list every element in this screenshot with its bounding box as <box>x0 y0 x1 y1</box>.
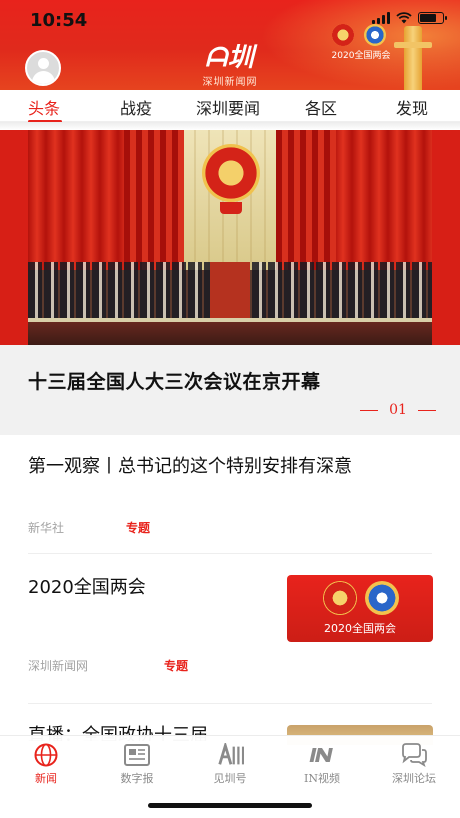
index-number: 01 <box>389 402 407 418</box>
article-tag: 专题 <box>164 659 189 673</box>
list-divider <box>28 553 432 554</box>
logo-sub-text: 深圳新闻网 <box>202 77 258 88</box>
hero-title[interactable]: 十三届全国人大三次会议在京开幕 <box>28 367 321 394</box>
index-line-right <box>418 410 436 411</box>
wifi-icon <box>396 12 412 24</box>
globe-icon <box>32 742 60 768</box>
index-line-left <box>360 410 378 411</box>
hero-prev-slide-edge <box>0 130 28 345</box>
battery-icon <box>418 12 447 24</box>
national-emblem-icon <box>332 24 354 46</box>
status-time: 10:54 <box>30 10 88 31</box>
in-video-icon <box>308 742 336 768</box>
cppcc-emblem-icon <box>364 24 386 46</box>
home-indicator[interactable] <box>148 803 312 808</box>
national-emblem-icon <box>323 581 357 615</box>
avatar-body-shape <box>32 71 55 84</box>
tabs-shadow <box>0 122 460 130</box>
badge-text: 2020全国两会 <box>331 51 391 61</box>
tab-districts[interactable]: 各区 <box>305 95 337 119</box>
nav-label: IN视频 <box>304 772 340 785</box>
nav-label: 深圳论坛 <box>392 772 436 785</box>
article-title[interactable]: 第一观察丨总书记的这个特别安排有深意 <box>28 452 432 478</box>
national-emblem-stage-icon <box>202 144 260 214</box>
front-desk-row <box>28 318 432 345</box>
nav-jianzhen[interactable]: 见圳号 <box>192 742 268 786</box>
app-header: 10:54 ᗩ圳 深圳新闻网 2020全国两会 <box>0 0 460 90</box>
jianzhen-logo-icon <box>216 742 244 768</box>
hero-slide-index: 01 <box>360 402 436 418</box>
tab-discover[interactable]: 发现 <box>396 95 428 119</box>
curtain-right-drape <box>276 130 336 270</box>
hero-image[interactable] <box>28 130 432 345</box>
nav-news[interactable]: 新闻 <box>8 742 84 786</box>
cellular-signal-icon <box>372 12 390 24</box>
tab-zhanyi[interactable]: 战疫 <box>120 95 152 119</box>
article-thumbnail[interactable]: 2020全国两会 <box>287 575 433 642</box>
category-tabs: 头条 战疫 深圳要闻 各区 发现 <box>0 90 460 122</box>
list-item[interactable]: 第一观察丨总书记的这个特别安排有深意 新华社 专题 <box>28 452 432 552</box>
article-tag: 专题 <box>126 521 151 535</box>
hero-carousel[interactable]: 十三届全国人大三次会议在京开幕 01 <box>0 130 460 435</box>
hero-next-slide-edge <box>432 130 460 345</box>
nav-digital-paper[interactable]: 数字报 <box>99 742 175 786</box>
article-source: 新华社 <box>28 521 65 535</box>
nav-label: 新闻 <box>35 772 57 785</box>
nav-label: 数字报 <box>120 772 154 785</box>
nav-forum[interactable]: 深圳论坛 <box>376 742 452 786</box>
tab-shenzhen-news[interactable]: 深圳要闻 <box>196 95 260 119</box>
app-logo: ᗩ圳 深圳新闻网 <box>190 44 270 88</box>
list-divider <box>28 703 432 704</box>
nav-label: 见圳号 <box>213 772 247 785</box>
thumbnail-text: 2020全国两会 <box>324 622 396 635</box>
logo-main-text: ᗩ圳 <box>205 43 255 73</box>
tab-toutiao[interactable]: 头条 <box>28 95 60 119</box>
cppcc-emblem-icon <box>365 581 399 615</box>
article-source: 深圳新闻网 <box>28 659 89 673</box>
curtain-left-drape <box>124 130 184 270</box>
nav-in-video[interactable]: IN视频 <box>284 742 360 786</box>
lianghui-badge[interactable]: 2020全国两会 <box>326 24 396 61</box>
avatar-head-shape <box>38 58 49 69</box>
chat-bubbles-icon <box>400 742 428 768</box>
huabiao-pillar-decoration <box>394 26 432 90</box>
user-avatar-button[interactable] <box>25 50 61 86</box>
newspaper-icon <box>123 742 151 768</box>
status-icons <box>372 12 447 24</box>
